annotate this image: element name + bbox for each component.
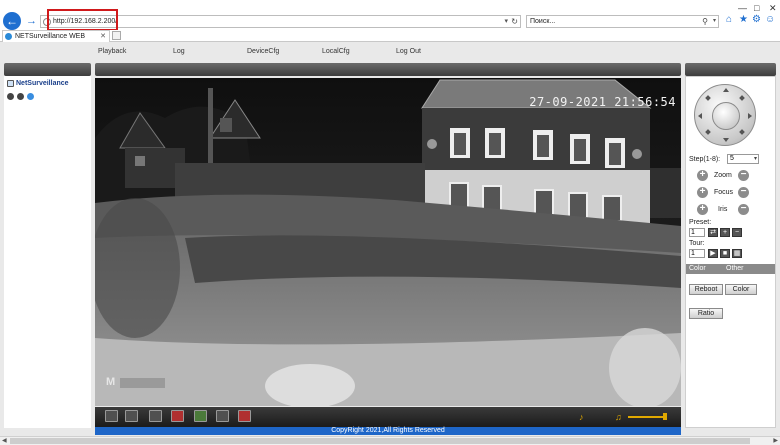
record-start-icon[interactable] <box>149 410 162 422</box>
video-toolbar: ♪ ♫ <box>95 407 681 427</box>
browser-tab[interactable]: NETSurveillance WEB ✕ <box>2 30 110 42</box>
minimize-icon[interactable]: — <box>738 3 747 13</box>
menu-localcfg[interactable]: LocalCfg <box>322 47 350 57</box>
smiley-feedback-icon[interactable]: ☺ <box>765 14 775 26</box>
record-stop-icon[interactable] <box>171 410 184 422</box>
iris-open-button[interactable]: + <box>697 204 708 215</box>
zoom-label: Zoom <box>714 172 732 179</box>
close-window-icon[interactable]: ✕ <box>769 3 777 13</box>
fullscreen-icon[interactable] <box>105 410 118 422</box>
ptz-up-right-icon[interactable] <box>739 95 745 101</box>
reboot-button[interactable]: Reboot <box>689 284 723 295</box>
ptz-left-arrow-icon[interactable] <box>698 113 702 119</box>
osd-channel-name: M <box>106 376 116 388</box>
menu-log[interactable]: Log <box>173 47 185 57</box>
menu-devicecfg[interactable]: DeviceCfg <box>247 47 279 57</box>
device-tree-panel: NetSurveillance <box>4 76 91 428</box>
tab-close-icon[interactable]: ✕ <box>100 31 106 42</box>
video-header <box>95 63 681 76</box>
tab-other[interactable]: Other <box>726 264 744 274</box>
preset-goto-icon[interactable]: ⇄ <box>708 228 718 237</box>
zoom-out-button[interactable]: − <box>738 170 749 181</box>
back-button[interactable]: ← <box>3 12 21 30</box>
iris-close-button[interactable]: − <box>738 204 749 215</box>
focus-far-button[interactable]: − <box>738 187 749 198</box>
info-icon[interactable] <box>27 93 34 100</box>
zoom-in-button[interactable]: + <box>697 170 708 181</box>
tab-favicon-icon <box>5 33 12 40</box>
tab-title[interactable]: NETSurveillance WEB <box>15 32 85 42</box>
preset-input[interactable]: 1 <box>689 228 705 237</box>
iris-label: Iris <box>718 206 728 213</box>
new-tab-button[interactable] <box>112 31 121 40</box>
ptz-center-button[interactable] <box>712 102 740 130</box>
menu-playback[interactable]: Playback <box>98 47 126 57</box>
address-dropdown-icon[interactable]: ▾ <box>504 16 508 27</box>
ptz-header <box>685 63 776 76</box>
tour-input[interactable]: 1 <box>689 249 705 258</box>
tab-bar: NETSurveillance WEB ✕ <box>0 30 780 42</box>
search-box[interactable]: Поиск... ⚲ ▾ <box>526 15 719 28</box>
left-panel-header <box>4 63 91 76</box>
record-icon[interactable] <box>7 93 14 100</box>
camera-scene <box>95 78 681 406</box>
mute-icon[interactable]: ♪ <box>579 412 584 422</box>
tour-stop-icon[interactable]: ■ <box>720 249 730 258</box>
app-area: Playback Log DeviceCfg LocalCfg Log Out … <box>0 42 780 445</box>
preset-add-icon[interactable]: + <box>720 228 730 237</box>
ptz-direction-pad[interactable] <box>694 84 756 146</box>
step-label: Step(1-8): <box>689 156 721 163</box>
ptz-down-left-icon[interactable] <box>705 129 711 135</box>
tour-grid-icon[interactable]: ▦ <box>732 249 742 258</box>
tour-label: Tour: <box>689 240 705 247</box>
ratio-button[interactable]: Ratio <box>689 308 723 319</box>
snapshot-icon[interactable] <box>194 410 207 422</box>
device-tree-title[interactable]: NetSurveillance <box>16 79 69 88</box>
focus-near-button[interactable]: + <box>697 187 708 198</box>
ptz-down-arrow-icon[interactable] <box>723 138 729 142</box>
single-view-icon[interactable] <box>125 410 138 422</box>
search-icon[interactable]: ⚲ <box>702 16 708 27</box>
home-icon[interactable]: ⌂ <box>726 14 732 26</box>
ptz-panel: Step(1-8): 5 ▾ + Zoom − + Focus − + Iris… <box>685 76 776 428</box>
search-input[interactable]: Поиск... <box>530 17 555 27</box>
device-icon <box>7 80 14 87</box>
copyright-footer: CopyRight 2021,All Rights Reserved <box>95 427 681 435</box>
ptz-up-arrow-icon[interactable] <box>723 88 729 92</box>
chevron-down-icon: ▾ <box>753 156 757 162</box>
color-button[interactable]: Color <box>725 284 757 295</box>
tab-color[interactable]: Color <box>689 264 706 274</box>
settings-tabs: Color Other <box>686 264 775 274</box>
menu-logout[interactable]: Log Out <box>396 47 421 57</box>
preset-remove-icon[interactable]: − <box>732 228 742 237</box>
refresh-icon[interactable]: ↻ <box>511 16 518 27</box>
play-icon[interactable] <box>17 93 24 100</box>
maximize-icon[interactable]: □ <box>754 3 759 13</box>
scroll-left-icon[interactable]: ◀ <box>2 437 7 445</box>
preset-label: Preset: <box>689 219 712 226</box>
tour-play-icon[interactable]: ▶ <box>708 249 718 258</box>
url-highlight-box <box>47 9 118 31</box>
talk-icon[interactable] <box>216 410 229 422</box>
step-value: 5 <box>730 155 734 162</box>
scroll-thumb[interactable] <box>10 438 750 444</box>
ptz-down-right-icon[interactable] <box>739 129 745 135</box>
scroll-right-icon[interactable]: ▶ <box>773 437 778 445</box>
osd-timestamp: 27-09-2021 21:56:54 <box>529 95 676 109</box>
volume-knob[interactable] <box>663 413 667 420</box>
talk-stop-icon[interactable] <box>238 410 251 422</box>
live-video-view[interactable]: 27-09-2021 21:56:54 M <box>95 78 681 406</box>
settings-gear-icon[interactable]: ⚙ <box>752 14 761 26</box>
focus-label: Focus <box>714 189 734 196</box>
main-menu: Playback Log DeviceCfg LocalCfg Log Out <box>0 44 780 58</box>
step-select[interactable]: 5 ▾ <box>727 154 759 164</box>
horizontal-scrollbar[interactable]: ◀ ▶ <box>0 436 780 445</box>
forward-button[interactable]: → <box>26 14 38 28</box>
search-dropdown-icon[interactable]: ▾ <box>713 16 716 27</box>
ptz-up-left-icon[interactable] <box>705 95 711 101</box>
ptz-right-arrow-icon[interactable] <box>748 113 752 119</box>
speaker-icon[interactable]: ♫ <box>615 412 622 422</box>
favorites-star-icon[interactable]: ★ <box>739 14 748 26</box>
volume-slider[interactable] <box>628 416 666 418</box>
